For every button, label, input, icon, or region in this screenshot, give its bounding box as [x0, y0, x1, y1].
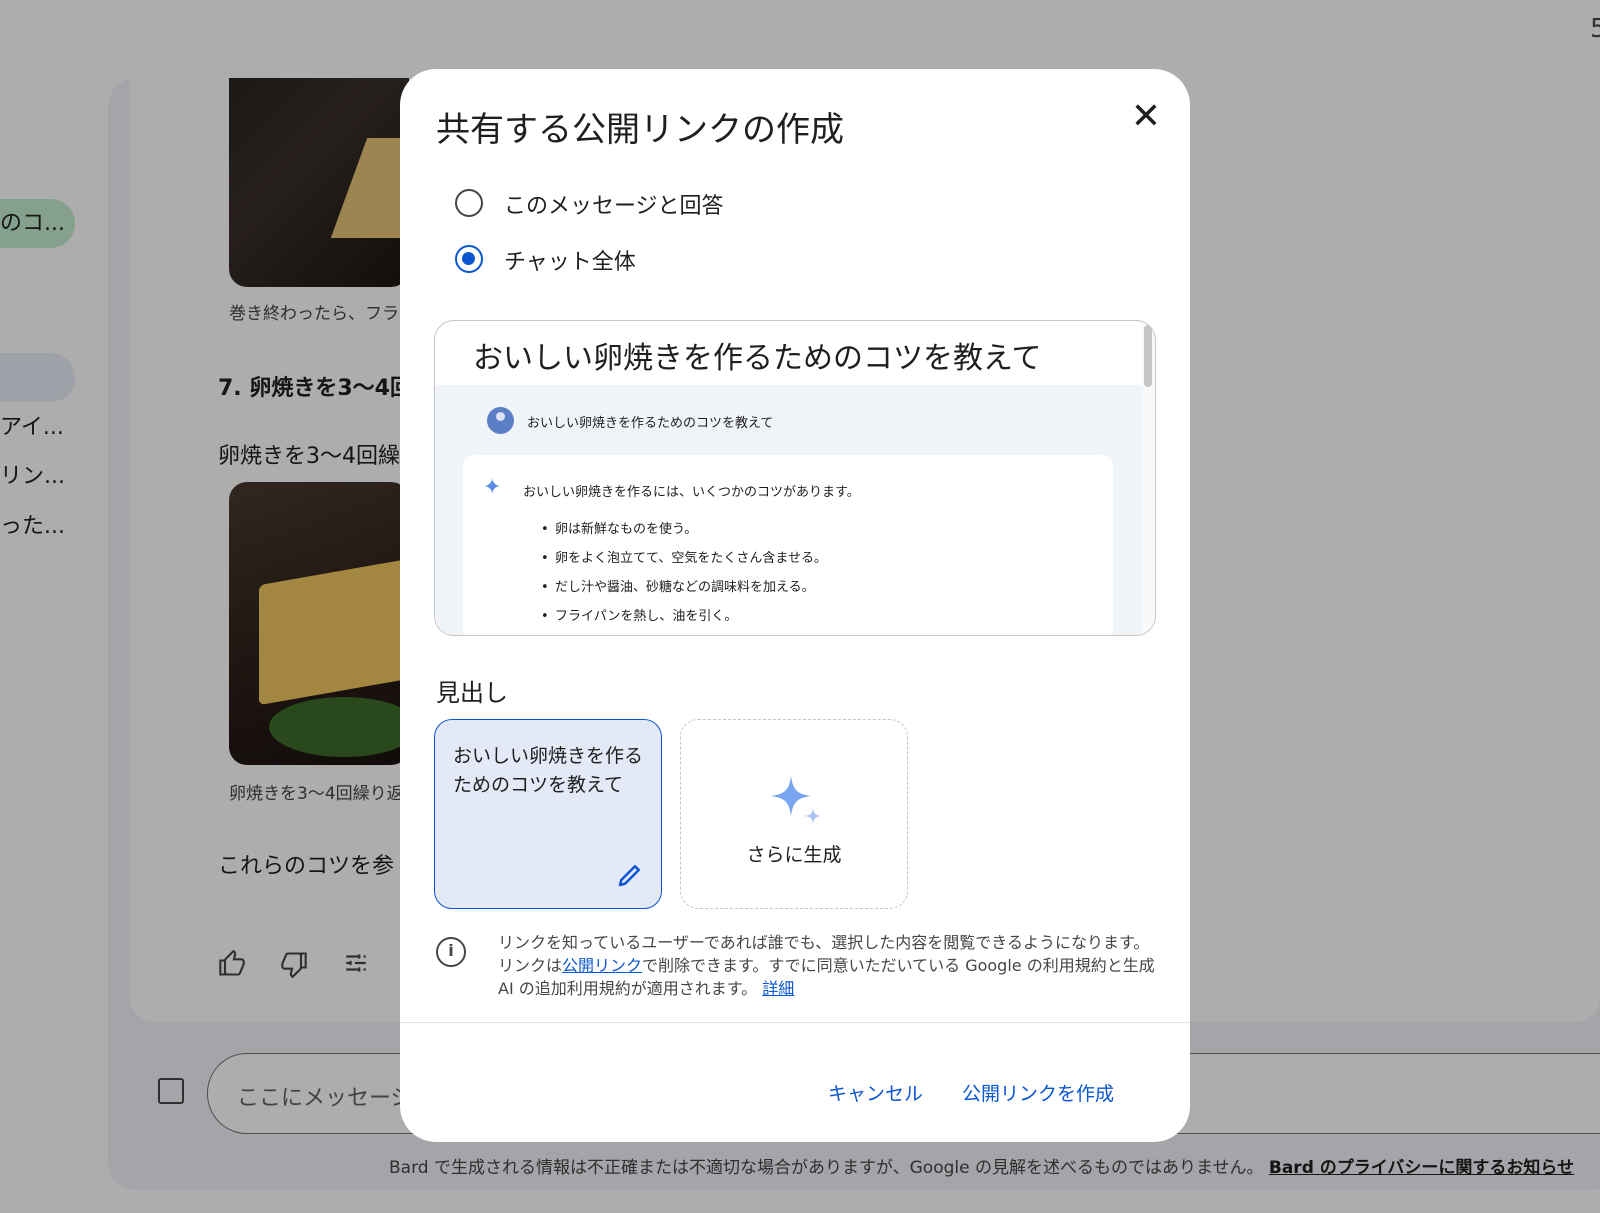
- list-item: だし汁や醤油、砂糖などの調味料を加える。: [541, 573, 827, 602]
- radio-this-message[interactable]: [455, 189, 483, 217]
- sparkle-generate-icon: [771, 776, 821, 824]
- dialog-divider: [400, 1022, 1190, 1023]
- preview-bullet-list: 卵は新鮮なものを使う。 卵をよく泡立てて、空気をたくさん含ませる。 だし汁や醤油…: [541, 515, 827, 631]
- share-info-text: リンクを知っているユーザーであれば誰でも、選択した内容を閲覧できるようになります…: [498, 931, 1158, 1000]
- close-icon[interactable]: ✕: [1128, 99, 1164, 135]
- radio-entire-chat[interactable]: [455, 245, 483, 273]
- heading-option-text: おいしい卵焼きを作るためのコツを教えて: [453, 745, 644, 796]
- list-item: フライパンを熱し、油を引く。: [541, 602, 827, 631]
- preview-title: おいしい卵焼きを作るためのコツを教えて: [473, 341, 1042, 376]
- generate-more-card[interactable]: さらに生成: [680, 719, 908, 909]
- public-links-link[interactable]: 公開リンク: [562, 956, 642, 975]
- info-icon: i: [436, 937, 466, 967]
- heading-option-card[interactable]: おいしい卵焼きを作るためのコツを教えて: [434, 719, 662, 909]
- preview-answer-intro: おいしい卵焼きを作るには、いくつかのコツがあります。: [523, 485, 860, 500]
- radio-label-this-message[interactable]: このメッセージと回答: [504, 188, 724, 220]
- list-item: 卵をよく泡立てて、空気をたくさん含ませる。: [541, 544, 827, 573]
- share-preview[interactable]: おいしい卵焼きを作るためのコツを教えて おいしい卵焼きを作るためのコツを教えて …: [434, 320, 1156, 636]
- details-link[interactable]: 詳細: [762, 979, 794, 998]
- sparkle-icon: ✦: [483, 475, 502, 500]
- heading-section-label: 見出し: [436, 679, 508, 707]
- edit-pencil-icon[interactable]: [615, 860, 645, 890]
- create-public-link-button[interactable]: 公開リンクを作成: [956, 1071, 1120, 1114]
- generate-more-label: さらに生成: [746, 844, 842, 866]
- preview-body: おいしい卵焼きを作るためのコツを教えて ✦ おいしい卵焼きを作るには、いくつかの…: [435, 385, 1141, 635]
- dialog-title: 共有する公開リンクの作成: [436, 110, 844, 150]
- list-item: 卵は新鮮なものを使う。: [541, 515, 827, 544]
- scrollbar-thumb[interactable]: [1144, 325, 1152, 387]
- preview-user-query: おいしい卵焼きを作るためのコツを教えて: [527, 416, 774, 431]
- radio-label-entire-chat[interactable]: チャット全体: [504, 244, 636, 276]
- preview-scrollbar[interactable]: [1141, 321, 1155, 635]
- preview-answer-card: ✦ おいしい卵焼きを作るには、いくつかのコツがあります。 卵は新鮮なものを使う。…: [463, 455, 1113, 635]
- share-link-dialog: 共有する公開リンクの作成 ✕ このメッセージと回答 チャット全体 おいしい卵焼き…: [400, 69, 1190, 1142]
- cancel-button[interactable]: キャンセル: [822, 1071, 929, 1114]
- user-avatar-icon: [487, 407, 514, 434]
